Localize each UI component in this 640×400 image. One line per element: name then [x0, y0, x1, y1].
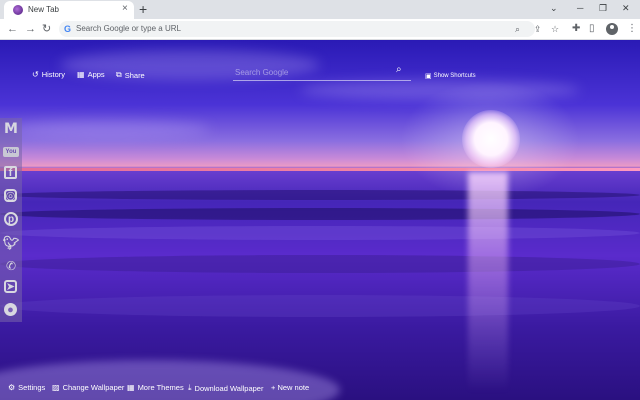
- share-label: Share: [124, 70, 145, 80]
- image-icon: ▨: [52, 383, 60, 392]
- shortcuts-icon: ▣: [425, 73, 432, 80]
- sun: [462, 110, 520, 168]
- new-tab-button[interactable]: +: [139, 1, 147, 17]
- apps-link[interactable]: ▦ Apps: [77, 70, 105, 79]
- wallpaper: ↺ History ▦ Apps ⧉ Share ⌕ ▣ Show Shortc…: [0, 40, 640, 400]
- show-shortcuts-toggle[interactable]: ▣ Show Shortcuts: [425, 72, 476, 80]
- bookmark-star-icon[interactable]: ☆: [551, 23, 559, 35]
- download-wallpaper-button[interactable]: ⤓ Download Wallpaper: [188, 383, 263, 393]
- wave: [0, 208, 640, 220]
- tab-new-tab[interactable]: New Tab ×: [4, 1, 134, 19]
- download-wallpaper-label: Download Wallpaper: [194, 383, 264, 393]
- address-placeholder: Search Google or type a URL: [76, 24, 181, 33]
- back-icon[interactable]: ←: [7, 22, 18, 36]
- change-wallpaper-button[interactable]: ▨ Change Wallpaper: [52, 383, 124, 392]
- history-label: History: [41, 70, 66, 79]
- wave: [0, 226, 640, 240]
- change-wallpaper-label: Change Wallpaper: [62, 383, 125, 392]
- history-link[interactable]: ↺ History: [32, 70, 65, 79]
- settings-button[interactable]: ⚙ Settings: [8, 383, 45, 392]
- browser-toolbar: ← → ↻ G Search Google or type a URL ⌕ ⇪ …: [0, 19, 640, 40]
- search-input[interactable]: [235, 66, 390, 78]
- google-icon: G: [64, 24, 72, 34]
- telegram-icon[interactable]: ➤: [4, 280, 17, 293]
- tab-title: New Tab: [28, 5, 59, 14]
- more-themes-label: More Themes: [137, 383, 184, 392]
- horizon: [0, 168, 640, 171]
- reddit-icon[interactable]: ●: [4, 303, 17, 316]
- close-window-icon[interactable]: ✕: [622, 2, 630, 14]
- wave: [0, 295, 640, 317]
- favicon-icon: [13, 5, 23, 15]
- restore-icon[interactable]: ❐: [599, 2, 607, 14]
- profile-avatar[interactable]: [606, 23, 618, 35]
- apps-label: Apps: [87, 70, 105, 79]
- new-note-label: + New note: [271, 383, 310, 392]
- tab-strip: New Tab × + ⌄ ─ ❐ ✕: [0, 0, 640, 19]
- sun-reflection: [468, 172, 508, 392]
- youtube-icon[interactable]: You: [3, 147, 19, 157]
- share-page-icon[interactable]: ⇪: [534, 23, 542, 35]
- wave: [0, 255, 640, 273]
- search-box: ⌕: [233, 63, 411, 81]
- themes-grid-icon: ▦: [127, 383, 135, 392]
- social-sidebar: M You f ◎ p 🐦︎ ✆ ➤ ●: [0, 118, 22, 322]
- new-note-button[interactable]: + New note: [271, 383, 309, 392]
- apps-grid-icon: ▦: [77, 70, 85, 79]
- foam: [0, 360, 340, 400]
- minimize-icon[interactable]: ─: [577, 2, 583, 14]
- address-bar[interactable]: G Search Google or type a URL ⌕ ⇪ ☆: [59, 21, 559, 37]
- share-link[interactable]: ⧉ Share: [116, 70, 145, 80]
- facebook-icon[interactable]: f: [4, 166, 17, 179]
- tab-search-icon[interactable]: ⌄: [550, 2, 558, 14]
- menu-icon[interactable]: ⋮: [627, 22, 637, 36]
- twitter-icon[interactable]: 🐦︎: [3, 235, 20, 251]
- zoom-icon[interactable]: ⌕: [515, 23, 520, 35]
- show-shortcuts-label: Show Shortcuts: [433, 73, 476, 79]
- forward-icon[interactable]: →: [25, 22, 36, 36]
- tab-close-icon[interactable]: ×: [122, 3, 128, 15]
- gmail-icon[interactable]: M: [3, 121, 19, 137]
- extensions-icon[interactable]: ✚: [572, 22, 580, 36]
- gear-icon: ⚙: [8, 383, 16, 392]
- cloud: [10, 120, 210, 138]
- download-icon: ⤓: [188, 383, 192, 392]
- reload-icon[interactable]: ↻: [42, 22, 51, 36]
- more-themes-button[interactable]: ▦ More Themes: [127, 383, 184, 392]
- settings-label: Settings: [18, 383, 46, 392]
- instagram-icon[interactable]: ◎: [4, 189, 17, 202]
- whatsapp-icon[interactable]: ✆: [3, 258, 19, 274]
- search-icon[interactable]: ⌕: [396, 64, 402, 75]
- history-icon: ↺: [32, 70, 39, 79]
- side-panel-icon[interactable]: ▯: [589, 22, 595, 36]
- share-icon: ⧉: [116, 70, 122, 79]
- wave: [0, 190, 640, 200]
- pinterest-icon[interactable]: p: [4, 212, 18, 226]
